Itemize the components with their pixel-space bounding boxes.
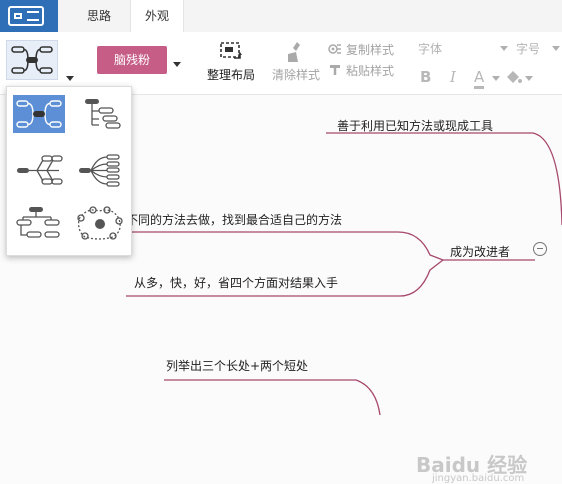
copy-style-label: 复制样式 [346,43,395,57]
font-color-chevron-icon[interactable] [492,76,500,81]
tab-bar: 思路 外观 [58,0,562,32]
font-color-button[interactable]: A [474,68,485,89]
tab-appearance[interactable]: 外观 [130,0,184,32]
background-color-icon [507,71,522,83]
topic-node[interactable]: 不同的方法去做，找到最合适自己的方法 [126,211,342,228]
paste-style-button[interactable]: 粘贴样式 [328,62,394,80]
layout-option-fishbone[interactable] [13,151,65,189]
layout-option-org[interactable] [13,205,65,243]
layout-option-tree[interactable] [73,95,125,133]
copy-style-icon [328,43,342,55]
layout-dropdown [6,86,132,256]
theme-chevron-icon[interactable] [173,62,181,67]
layout-option-logic[interactable] [73,151,125,189]
layout-option-bubble[interactable] [73,205,125,243]
copy-style-button[interactable]: 复制样式 [328,41,394,59]
font-chevron-icon[interactable] [500,46,508,51]
paste-style-icon [328,64,342,76]
central-topic[interactable]: 成为改进者 [450,243,510,260]
app-icon[interactable] [0,0,58,32]
theme-button[interactable]: 脑残粉 [97,46,167,74]
layout-option-map[interactable] [13,95,65,133]
organize-layout-button[interactable]: 整理布局 [204,40,258,86]
font-color-label: A [474,68,485,89]
bold-button[interactable]: B [420,68,431,86]
background-color-button[interactable] [504,68,522,86]
clear-style-label: 清除样式 [271,68,320,82]
topic-node[interactable]: 从多，快，好，省四个方面对结果入手 [134,274,338,291]
collapse-icon[interactable] [533,242,547,256]
clear-style-icon [288,42,300,62]
clear-style-button[interactable]: 清除样式 [270,40,322,86]
watermark-url: jingyan.baidu.com [432,473,525,484]
font-family-select[interactable]: 字体 [418,40,442,57]
size-chevron-icon[interactable] [552,46,560,51]
topic-node[interactable]: 善于利用已知方法或现成工具 [337,117,493,134]
chevron-down-icon [66,76,74,81]
topic-node[interactable]: 列举出三个长处+两个短处 [166,357,308,374]
layout-icon [6,40,58,80]
tab-ideas[interactable]: 思路 [76,0,122,32]
organize-layout-label: 整理布局 [206,68,255,82]
layout-button[interactable] [4,38,74,82]
background-color-chevron-icon[interactable] [525,76,533,81]
italic-button[interactable]: I [450,68,456,86]
font-size-select[interactable]: 字号 [516,40,540,57]
organize-layout-icon [220,42,242,59]
paste-style-label: 粘贴样式 [346,64,395,78]
